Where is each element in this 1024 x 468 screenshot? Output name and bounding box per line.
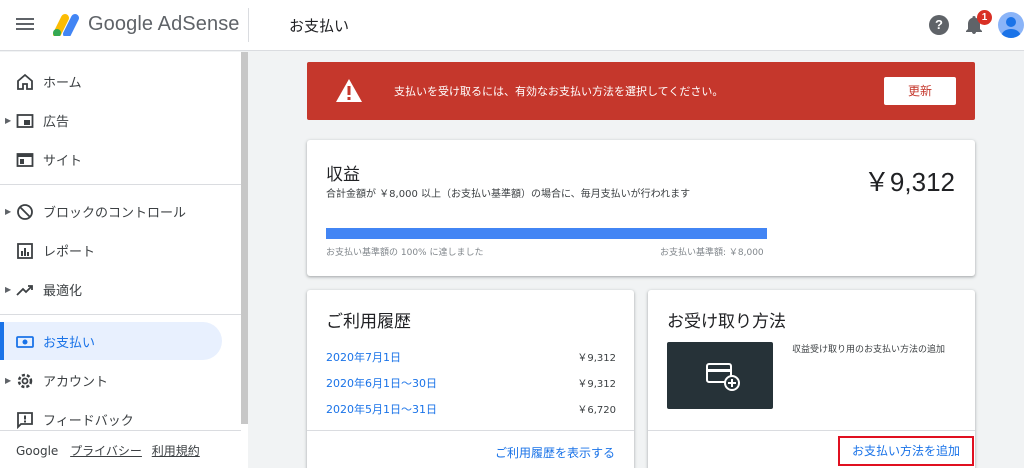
progress-threshold: お支払い基準額: ￥8,000: [660, 248, 764, 258]
sites-icon: [16, 153, 34, 167]
adsense-logo: [53, 14, 79, 36]
privacy-link[interactable]: プライバシー: [70, 444, 142, 458]
progress-fill: [326, 228, 767, 239]
terms-link[interactable]: 利用規約: [152, 444, 200, 458]
payment-method-title: お受け取り方法: [667, 312, 786, 332]
alert-banner: 支払いを受け取るには、有効なお支払い方法を選択してください。 更新: [307, 62, 975, 120]
sidebar-item-home[interactable]: ホーム: [0, 62, 222, 100]
help-icon[interactable]: ?: [929, 15, 949, 35]
sidebar-item-label: 最適化: [43, 283, 83, 299]
sidebar-item-label: 広告: [43, 114, 70, 130]
payment-card-illustration: [667, 342, 773, 409]
history-amount: ￥9,312: [577, 353, 616, 364]
caret-right-icon: ▶: [5, 375, 12, 385]
sidebar-divider: [0, 430, 241, 431]
sidebar-item-optimization[interactable]: ▶ 最適化: [0, 270, 222, 308]
caret-right-icon: ▶: [5, 206, 12, 216]
caret-right-icon: ▶: [5, 115, 12, 125]
avatar[interactable]: [998, 12, 1024, 38]
history-period-link[interactable]: 2020年6月1日～30日: [326, 377, 437, 390]
sidebar-item-label: ホーム: [43, 75, 82, 91]
page-title: お支払い: [289, 17, 350, 35]
history-amount: ￥9,312: [577, 379, 616, 390]
payments-icon: [16, 336, 34, 348]
user-icon: [1001, 17, 1021, 38]
card-divider: [307, 430, 634, 431]
payment-method-card: お受け取り方法 収益受け取り用のお支払い方法の追加 お支払い方法を追加: [648, 290, 975, 468]
gear-icon: [17, 373, 33, 389]
sidebar-item-label: サイト: [43, 153, 83, 169]
earnings-amount: ￥9,312: [863, 167, 955, 197]
sidebar-item-feedback[interactable]: フィードバック: [0, 400, 222, 438]
trending-up-icon: [16, 285, 33, 296]
alert-message: 支払いを受け取るには、有効なお支払い方法を選択してください。: [394, 85, 724, 98]
sidebar-item-label: フィードバック: [43, 413, 134, 429]
sidebar-item-label: レポート: [43, 244, 96, 260]
top-app-bar: Google AdSense お支払い ? 1: [0, 0, 1024, 51]
sidebar-item-label: ブロックのコントロール: [43, 205, 187, 221]
header-divider: [248, 8, 249, 42]
sidebar-item-payments[interactable]: お支払い: [0, 322, 222, 360]
sidebar: ホーム ▶ 広告 サイト ▶ ブロックのコントロール レポート ▶ 最適化 お支…: [0, 52, 248, 468]
sidebar-scrollbar[interactable]: [241, 52, 248, 424]
threshold-progress-bar: [326, 228, 767, 239]
table-row: 2020年6月1日～30日 ￥9,312: [326, 375, 616, 391]
add-card-icon: [706, 363, 740, 391]
block-icon: [17, 204, 33, 220]
sidebar-footer: Google プライバシー 利用規約: [16, 442, 200, 459]
ads-icon: [16, 114, 34, 128]
notifications-button[interactable]: 1: [962, 8, 992, 38]
feedback-icon: [17, 412, 33, 429]
reports-icon: [17, 243, 33, 259]
history-title: ご利用履歴: [326, 312, 411, 332]
table-row: 2020年5月1日～31日 ￥6,720: [326, 401, 616, 417]
menu-icon[interactable]: [16, 16, 34, 34]
update-button[interactable]: 更新: [884, 77, 956, 105]
sidebar-item-blocking-controls[interactable]: ▶ ブロックのコントロール: [0, 192, 222, 230]
view-history-link[interactable]: ご利用履歴を表示する: [495, 444, 615, 461]
payment-method-description: 収益受け取り用のお支払い方法の追加: [792, 345, 946, 355]
history-card: ご利用履歴 2020年7月1日 ￥9,312 2020年6月1日～30日 ￥9,…: [307, 290, 634, 468]
footer-google: Google: [16, 444, 59, 458]
sidebar-divider: [0, 314, 241, 315]
sidebar-divider: [0, 184, 241, 185]
sidebar-item-account[interactable]: ▶ アカウント: [0, 361, 222, 399]
sidebar-item-ads[interactable]: ▶ 広告: [0, 101, 222, 139]
add-payment-method-button[interactable]: お支払い方法を追加: [838, 436, 974, 466]
brand-name: Google AdSense: [88, 13, 240, 35]
sidebar-item-reports[interactable]: レポート: [0, 231, 222, 269]
home-icon: [17, 73, 33, 90]
history-period-link[interactable]: 2020年7月1日: [326, 351, 401, 364]
card-divider: [648, 430, 975, 431]
sidebar-item-sites[interactable]: サイト: [0, 140, 222, 178]
history-amount: ￥6,720: [577, 405, 616, 416]
sidebar-item-label: お支払い: [43, 335, 96, 351]
sidebar-item-label: アカウント: [43, 374, 109, 390]
active-indicator: [0, 322, 4, 360]
earnings-title: 収益: [326, 165, 360, 185]
history-period-link[interactable]: 2020年5月1日～31日: [326, 403, 437, 416]
progress-status: お支払い基準額の 100% に達しました: [326, 248, 484, 258]
notification-badge: 1: [977, 10, 992, 25]
caret-right-icon: ▶: [5, 284, 12, 294]
earnings-description: 合計金額が ￥8,000 以上（お支払い基準額）の場合に、毎月支払いが行われます: [326, 189, 691, 200]
table-row: 2020年7月1日 ￥9,312: [326, 349, 616, 365]
earnings-card: 収益 合計金額が ￥8,000 以上（お支払い基準額）の場合に、毎月支払いが行わ…: [307, 140, 975, 276]
warning-icon: [336, 79, 362, 102]
